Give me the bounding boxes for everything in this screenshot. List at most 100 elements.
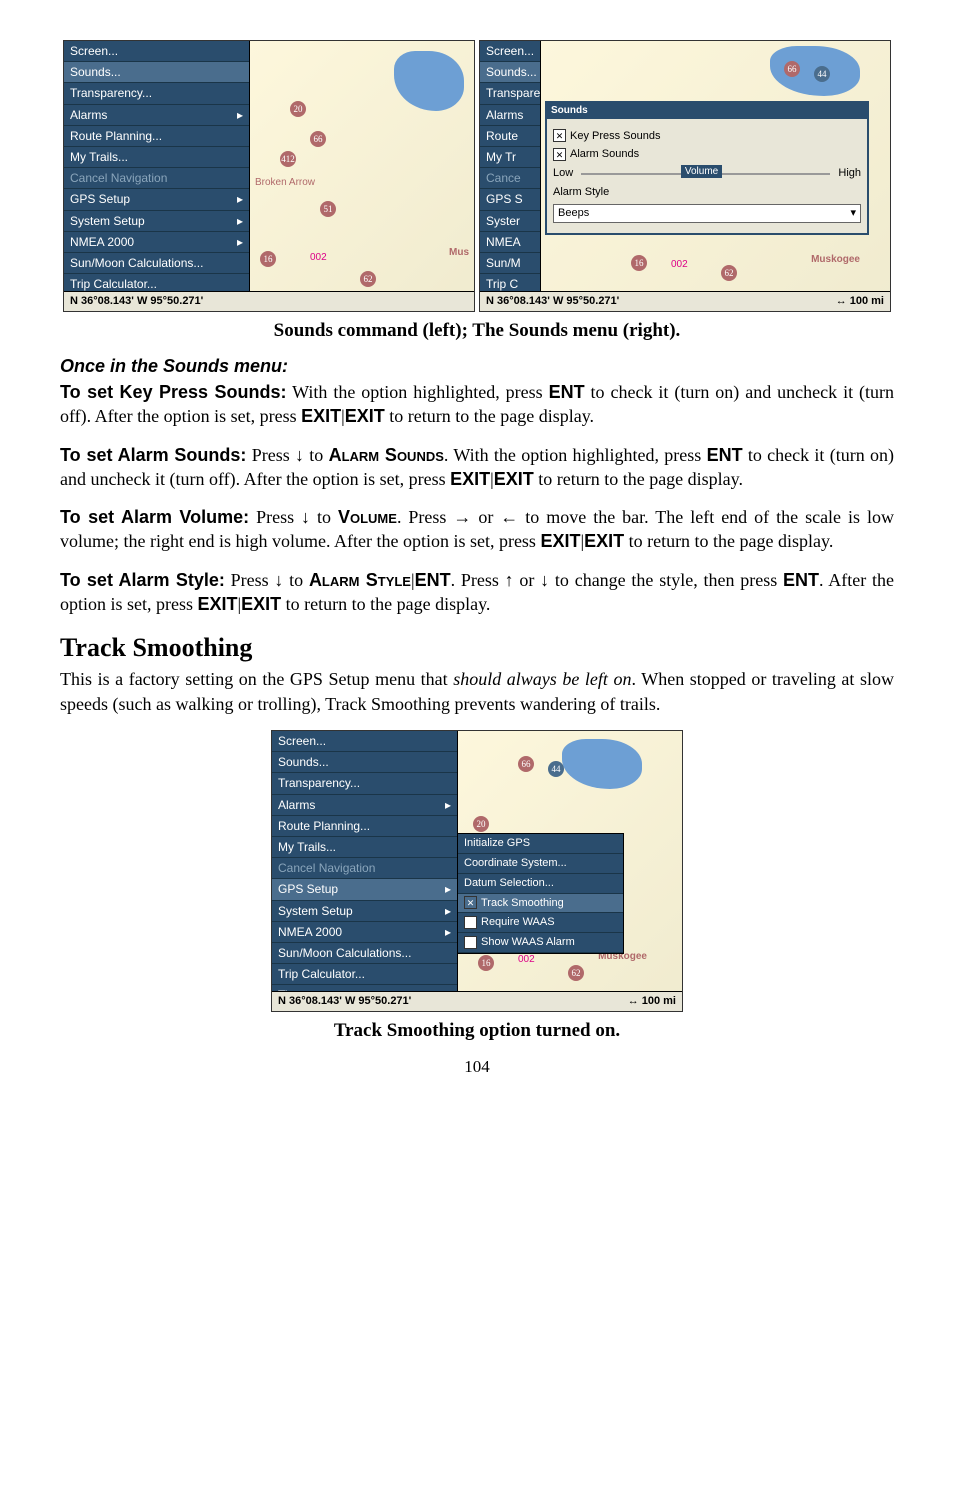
status-bar: N 36°08.143' W 95°50.271' ↔ 100 mi	[480, 291, 890, 311]
volume-slider[interactable]: Volume	[581, 173, 830, 175]
map-label: 002	[518, 953, 535, 967]
alarm-style-label: Alarm Style	[553, 185, 861, 200]
gps-screen-right: Screen... Sounds... Transparency... Alar…	[479, 40, 891, 312]
checkbox-icon[interactable]: ✕	[464, 896, 477, 909]
figure-sounds: Screen... Sounds... Transparency... Alar…	[60, 40, 894, 312]
key-press-row[interactable]: ✕ Key Press Sounds	[553, 129, 861, 144]
page-number: 104	[60, 1056, 894, 1079]
menu-item[interactable]: System Setup ▸	[272, 901, 457, 922]
menu-item-disabled: Cancel Navigation	[272, 858, 457, 879]
checkbox-icon[interactable]: ✕	[553, 129, 566, 142]
menu-item[interactable]: Alarms ▸	[272, 795, 457, 816]
water-icon	[562, 739, 642, 789]
menu-item[interactable]: Route	[480, 126, 540, 147]
menu-item[interactable]: NMEA 2000 ▸	[64, 232, 249, 253]
menu-item[interactable]: Sun/M	[480, 253, 540, 274]
highway-icon: 16	[260, 251, 276, 267]
main-menu-left: Screen... Sounds... Transparency... Alar…	[64, 41, 250, 311]
menu-item-sounds[interactable]: Sounds...	[64, 62, 249, 83]
menu-item[interactable]: Transparency...	[480, 83, 540, 104]
menu-item[interactable]: Route Planning...	[272, 816, 457, 837]
paragraph: To set Key Press Sounds: With the option…	[60, 380, 894, 429]
checkbox-icon[interactable]	[464, 916, 477, 929]
status-bar: N 36°08.143' W 95°50.271'	[64, 291, 474, 311]
menu-item[interactable]: System Setup ▸	[64, 211, 249, 232]
menu-item[interactable]: Trip Calculator...	[272, 964, 457, 985]
menu-item[interactable]: Alarms ▸	[64, 105, 249, 126]
volume-row[interactable]: Low Volume High	[553, 166, 861, 181]
menu-item[interactable]: Screen...	[64, 41, 249, 62]
high-label: High	[838, 166, 861, 181]
heading-track-smoothing: Track Smoothing	[60, 630, 894, 665]
menu-item-disabled: Cancel Navigation	[64, 168, 249, 189]
gps-screen-left: Screen... Sounds... Transparency... Alar…	[63, 40, 475, 312]
menu-item[interactable]: My Trails...	[272, 837, 457, 858]
menu-item[interactable]: Screen...	[480, 41, 540, 62]
coords: N 36°08.143' W 95°50.271'	[70, 294, 203, 309]
menu-item[interactable]: Alarms	[480, 105, 540, 126]
highway-icon: 20	[473, 816, 489, 832]
paragraph: To set Alarm Volume: Press ↓ to Volume. …	[60, 505, 894, 554]
low-label: Low	[553, 166, 573, 181]
menu-item[interactable]: My Trails...	[64, 147, 249, 168]
status-bar: N 36°08.143' W 95°50.271' ↔ 100 mi	[272, 991, 682, 1011]
paragraph: To set Alarm Sounds: Press ↓ to Alarm So…	[60, 443, 894, 492]
sounds-popup: Sounds ✕ Key Press Sounds ✕ Alarm Sounds…	[545, 101, 869, 235]
menu-item[interactable]: Sun/Moon Calculations...	[64, 253, 249, 274]
paragraph: To set Alarm Style: Press ↓ to Alarm Sty…	[60, 568, 894, 617]
highway-icon: 62	[360, 271, 376, 287]
highway-icon: 62	[568, 965, 584, 981]
main-menu-right: Screen... Sounds... Transparency... Alar…	[480, 41, 541, 311]
menu-item[interactable]: Route Planning...	[64, 126, 249, 147]
alarm-style-dropdown[interactable]: Beeps ▾	[553, 204, 861, 223]
scale: ↔ 100 mi	[836, 294, 884, 309]
submenu-item[interactable]: Show WAAS Alarm	[458, 933, 623, 953]
submenu-item[interactable]: Require WAAS	[458, 913, 623, 933]
submenu-item[interactable]: Initialize GPS	[458, 834, 623, 854]
highway-icon: 66	[310, 131, 326, 147]
menu-item[interactable]: My Tr	[480, 147, 540, 168]
menu-item[interactable]: Transparency...	[64, 83, 249, 104]
coords: N 36°08.143' W 95°50.271'	[278, 994, 411, 1009]
highway-icon: 44	[814, 66, 830, 82]
highway-icon: 16	[631, 255, 647, 271]
map-label: 002	[310, 251, 327, 265]
menu-item-sounds[interactable]: Sounds...	[480, 62, 540, 83]
highway-icon: 66	[784, 61, 800, 77]
menu-item[interactable]: NMEA 2000 ▸	[272, 922, 457, 943]
gps-setup-submenu: Initialize GPS Coordinate System... Datu…	[457, 833, 624, 954]
highway-icon: 20	[290, 101, 306, 117]
menu-item[interactable]: Screen...	[272, 731, 457, 752]
menu-item[interactable]: Sun/Moon Calculations...	[272, 943, 457, 964]
menu-item[interactable]: Transparency...	[272, 773, 457, 794]
menu-item-disabled: Cance	[480, 168, 540, 189]
highway-icon: 62	[721, 265, 737, 281]
menu-item[interactable]: Sounds...	[272, 752, 457, 773]
highway-icon: 66	[518, 756, 534, 772]
checkbox-icon[interactable]: ✕	[553, 148, 566, 161]
highway-icon: 44	[548, 761, 564, 777]
popup-title: Sounds	[547, 103, 867, 119]
submenu-item-track-smoothing[interactable]: ✕Track Smoothing	[458, 894, 623, 914]
map-label: Mus	[449, 246, 469, 260]
alarm-sounds-row[interactable]: ✕ Alarm Sounds	[553, 147, 861, 162]
map-label: 002	[671, 258, 688, 272]
highway-icon: 412	[280, 151, 296, 167]
menu-item[interactable]: GPS Setup ▸	[64, 189, 249, 210]
menu-item[interactable]: NMEA	[480, 232, 540, 253]
menu-item-gps-setup[interactable]: GPS Setup ▸	[272, 879, 457, 900]
scale: ↔ 100 mi	[628, 994, 676, 1009]
paragraph: This is a factory setting on the GPS Set…	[60, 667, 894, 716]
menu-item[interactable]: GPS S	[480, 189, 540, 210]
gps-screen-track: Screen... Sounds... Transparency... Alar…	[271, 730, 683, 1012]
map-label: Muskogee	[811, 253, 860, 267]
menu-item[interactable]: Syster	[480, 211, 540, 232]
map-area: 20 66 412 51 16 62 Broken Arrow 002 Mus	[250, 41, 474, 311]
highway-icon: 51	[320, 201, 336, 217]
submenu-item[interactable]: Coordinate System...	[458, 854, 623, 874]
highway-icon: 16	[478, 955, 494, 971]
map-label: Broken Arrow	[255, 176, 315, 190]
volume-thumb[interactable]: Volume	[681, 165, 722, 179]
submenu-item[interactable]: Datum Selection...	[458, 874, 623, 894]
checkbox-icon[interactable]	[464, 936, 477, 949]
